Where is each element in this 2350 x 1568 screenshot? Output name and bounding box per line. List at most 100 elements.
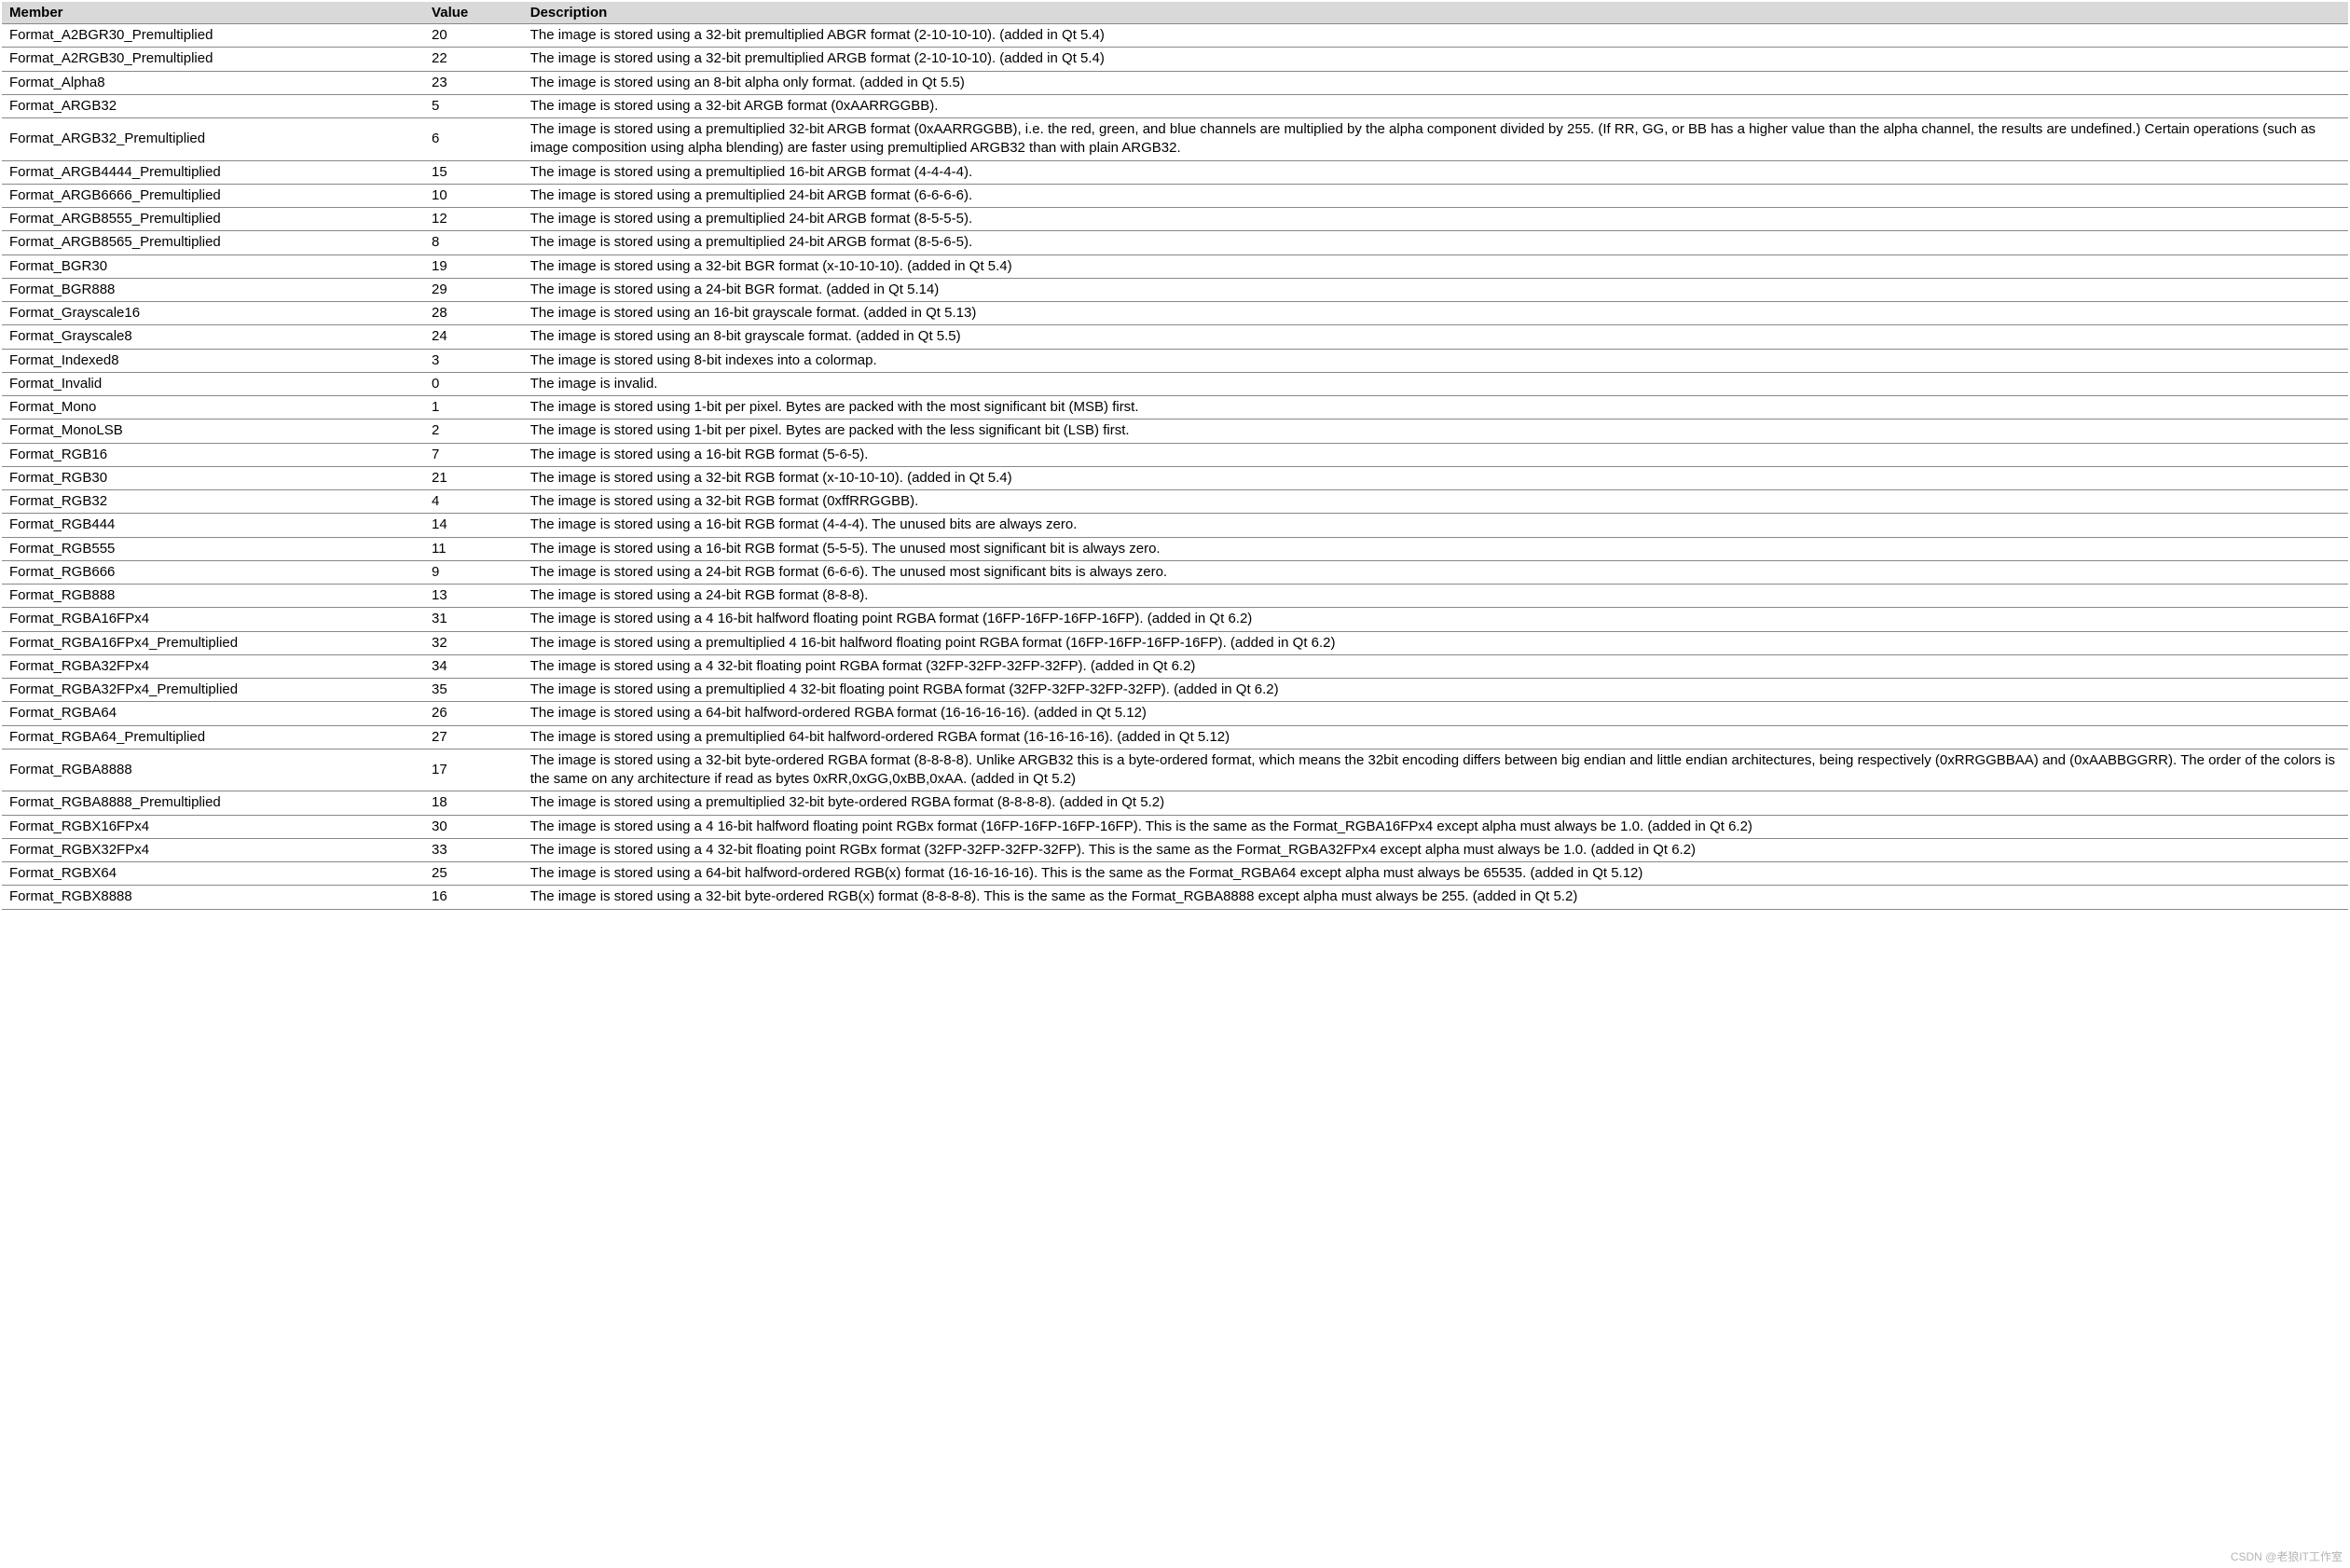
- cell-member: Format_ARGB4444_Premultiplied: [2, 160, 424, 184]
- cell-member: Format_RGB444: [2, 514, 424, 537]
- cell-member: Format_MonoLSB: [2, 420, 424, 443]
- cell-member: Format_RGB30: [2, 466, 424, 489]
- cell-value: 29: [424, 278, 523, 301]
- cell-member: Format_RGBX16FPx4: [2, 815, 424, 838]
- cell-description: The image is stored using a 32-bit ARGB …: [523, 94, 2348, 117]
- cell-description: The image is stored using a premultiplie…: [523, 631, 2348, 654]
- cell-member: Format_RGBA32FPx4: [2, 654, 424, 678]
- cell-member: Format_Grayscale16: [2, 302, 424, 325]
- cell-value: 23: [424, 71, 523, 94]
- cell-value: 12: [424, 208, 523, 231]
- cell-member: Format_A2RGB30_Premultiplied: [2, 48, 424, 71]
- cell-description: The image is stored using a 32-bit premu…: [523, 48, 2348, 71]
- cell-member: Format_RGBA16FPx4: [2, 608, 424, 631]
- table-row: Format_RGB44414The image is stored using…: [2, 514, 2348, 537]
- cell-value: 2: [424, 420, 523, 443]
- cell-member: Format_Alpha8: [2, 71, 424, 94]
- cell-description: The image is stored using a 24-bit RGB f…: [523, 585, 2348, 608]
- table-row: Format_RGB55511The image is stored using…: [2, 537, 2348, 560]
- cell-member: Format_RGB32: [2, 490, 424, 514]
- table-row: Format_RGBA888817The image is stored usi…: [2, 749, 2348, 791]
- cell-member: Format_RGBA8888: [2, 749, 424, 791]
- cell-description: The image is stored using a 16-bit RGB f…: [523, 443, 2348, 466]
- cell-value: 35: [424, 679, 523, 702]
- table-row: Format_Grayscale1628The image is stored …: [2, 302, 2348, 325]
- table-row: Format_MonoLSB2The image is stored using…: [2, 420, 2348, 443]
- cell-description: The image is stored using a 4 32-bit flo…: [523, 838, 2348, 861]
- cell-member: Format_ARGB8555_Premultiplied: [2, 208, 424, 231]
- cell-description: The image is stored using 1-bit per pixe…: [523, 420, 2348, 443]
- cell-description: The image is stored using a 16-bit RGB f…: [523, 537, 2348, 560]
- cell-member: Format_Mono: [2, 396, 424, 420]
- cell-value: 31: [424, 608, 523, 631]
- cell-member: Format_ARGB8565_Premultiplied: [2, 231, 424, 254]
- table-row: Format_ARGB32_Premultiplied6The image is…: [2, 118, 2348, 161]
- table-row: Format_RGBA6426The image is stored using…: [2, 702, 2348, 725]
- cell-value: 0: [424, 372, 523, 395]
- cell-description: The image is stored using a 32-bit BGR f…: [523, 254, 2348, 278]
- cell-value: 14: [424, 514, 523, 537]
- cell-member: Format_Indexed8: [2, 349, 424, 372]
- table-row: Format_BGR3019The image is stored using …: [2, 254, 2348, 278]
- cell-value: 9: [424, 560, 523, 584]
- cell-value: 33: [424, 838, 523, 861]
- cell-value: 4: [424, 490, 523, 514]
- cell-member: Format_RGBA32FPx4_Premultiplied: [2, 679, 424, 702]
- cell-description: The image is stored using a 32-bit premu…: [523, 24, 2348, 48]
- cell-value: 28: [424, 302, 523, 325]
- table-row: Format_A2RGB30_Premultiplied22The image …: [2, 48, 2348, 71]
- table-row: Format_RGBA32FPx434The image is stored u…: [2, 654, 2348, 678]
- cell-description: The image is stored using a 32-bit RGB f…: [523, 490, 2348, 514]
- table-row: Format_ARGB325The image is stored using …: [2, 94, 2348, 117]
- cell-description: The image is stored using a 4 16-bit hal…: [523, 815, 2348, 838]
- cell-value: 5: [424, 94, 523, 117]
- cell-value: 13: [424, 585, 523, 608]
- table-row: Format_RGBA64_Premultiplied27The image i…: [2, 725, 2348, 749]
- cell-value: 34: [424, 654, 523, 678]
- cell-value: 21: [424, 466, 523, 489]
- cell-description: The image is stored using 1-bit per pixe…: [523, 396, 2348, 420]
- cell-value: 15: [424, 160, 523, 184]
- cell-description: The image is stored using a 4 16-bit hal…: [523, 608, 2348, 631]
- cell-member: Format_A2BGR30_Premultiplied: [2, 24, 424, 48]
- cell-description: The image is stored using a 4 32-bit flo…: [523, 654, 2348, 678]
- table-row: Format_Invalid0The image is invalid.: [2, 372, 2348, 395]
- cell-member: Format_ARGB32_Premultiplied: [2, 118, 424, 161]
- table-row: Format_RGB6669The image is stored using …: [2, 560, 2348, 584]
- cell-description: The image is stored using a premultiplie…: [523, 160, 2348, 184]
- header-value: Value: [424, 2, 523, 24]
- cell-value: 3: [424, 349, 523, 372]
- table-header-row: Member Value Description: [2, 2, 2348, 24]
- table-row: Format_RGBA8888_Premultiplied18The image…: [2, 791, 2348, 815]
- cell-member: Format_RGB555: [2, 537, 424, 560]
- cell-description: The image is stored using a 16-bit RGB f…: [523, 514, 2348, 537]
- table-row: Format_ARGB8565_Premultiplied8The image …: [2, 231, 2348, 254]
- table-row: Format_RGB88813The image is stored using…: [2, 585, 2348, 608]
- cell-value: 10: [424, 184, 523, 207]
- cell-value: 27: [424, 725, 523, 749]
- cell-description: The image is stored using a 24-bit RGB f…: [523, 560, 2348, 584]
- cell-member: Format_RGBA16FPx4_Premultiplied: [2, 631, 424, 654]
- cell-member: Format_BGR30: [2, 254, 424, 278]
- cell-description: The image is stored using a 32-bit byte-…: [523, 886, 2348, 909]
- cell-value: 32: [424, 631, 523, 654]
- cell-description: The image is stored using a premultiplie…: [523, 118, 2348, 161]
- cell-member: Format_RGBX8888: [2, 886, 424, 909]
- cell-member: Format_RGB888: [2, 585, 424, 608]
- cell-description: The image is invalid.: [523, 372, 2348, 395]
- cell-value: 24: [424, 325, 523, 349]
- cell-description: The image is stored using a 24-bit BGR f…: [523, 278, 2348, 301]
- cell-value: 26: [424, 702, 523, 725]
- table-row: Format_RGBA16FPx431The image is stored u…: [2, 608, 2348, 631]
- cell-member: Format_BGR888: [2, 278, 424, 301]
- cell-member: Format_RGBA64_Premultiplied: [2, 725, 424, 749]
- cell-description: The image is stored using a premultiplie…: [523, 679, 2348, 702]
- table-row: Format_RGBA32FPx4_Premultiplied35The ima…: [2, 679, 2348, 702]
- cell-description: The image is stored using a premultiplie…: [523, 231, 2348, 254]
- cell-description: The image is stored using a premultiplie…: [523, 725, 2348, 749]
- cell-member: Format_ARGB6666_Premultiplied: [2, 184, 424, 207]
- cell-value: 8: [424, 231, 523, 254]
- cell-member: Format_RGB666: [2, 560, 424, 584]
- cell-value: 17: [424, 749, 523, 791]
- cell-value: 11: [424, 537, 523, 560]
